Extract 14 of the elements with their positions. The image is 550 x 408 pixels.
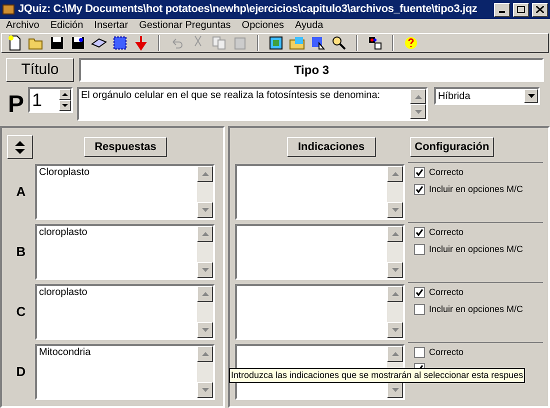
option-label: Incluir en opciones M/C	[429, 182, 524, 196]
option-label: Correcto	[429, 166, 464, 179]
tooltip: Introduzca las indicaciones que se mostrarán al seleccionar esta respues	[229, 368, 526, 383]
answer-letter: B	[15, 243, 27, 262]
window-title: JQuiz: C:\My Documents\hot potatoes\newhp\ejercicios\capitulo3\archivos_fuente\tipo3.jqz	[18, 2, 478, 18]
option-label: Correcto	[429, 226, 464, 239]
option-label: Correcto	[429, 346, 464, 359]
answer-letter: C	[15, 303, 27, 322]
option-label: Correcto	[429, 286, 464, 299]
answer-letter: D	[15, 363, 27, 382]
option-label: Incluir en opciones M/C	[429, 242, 524, 256]
answer-letter: A	[15, 183, 27, 202]
question-label: P	[8, 91, 24, 119]
option-label: Incluir en opciones M/C	[429, 302, 524, 316]
